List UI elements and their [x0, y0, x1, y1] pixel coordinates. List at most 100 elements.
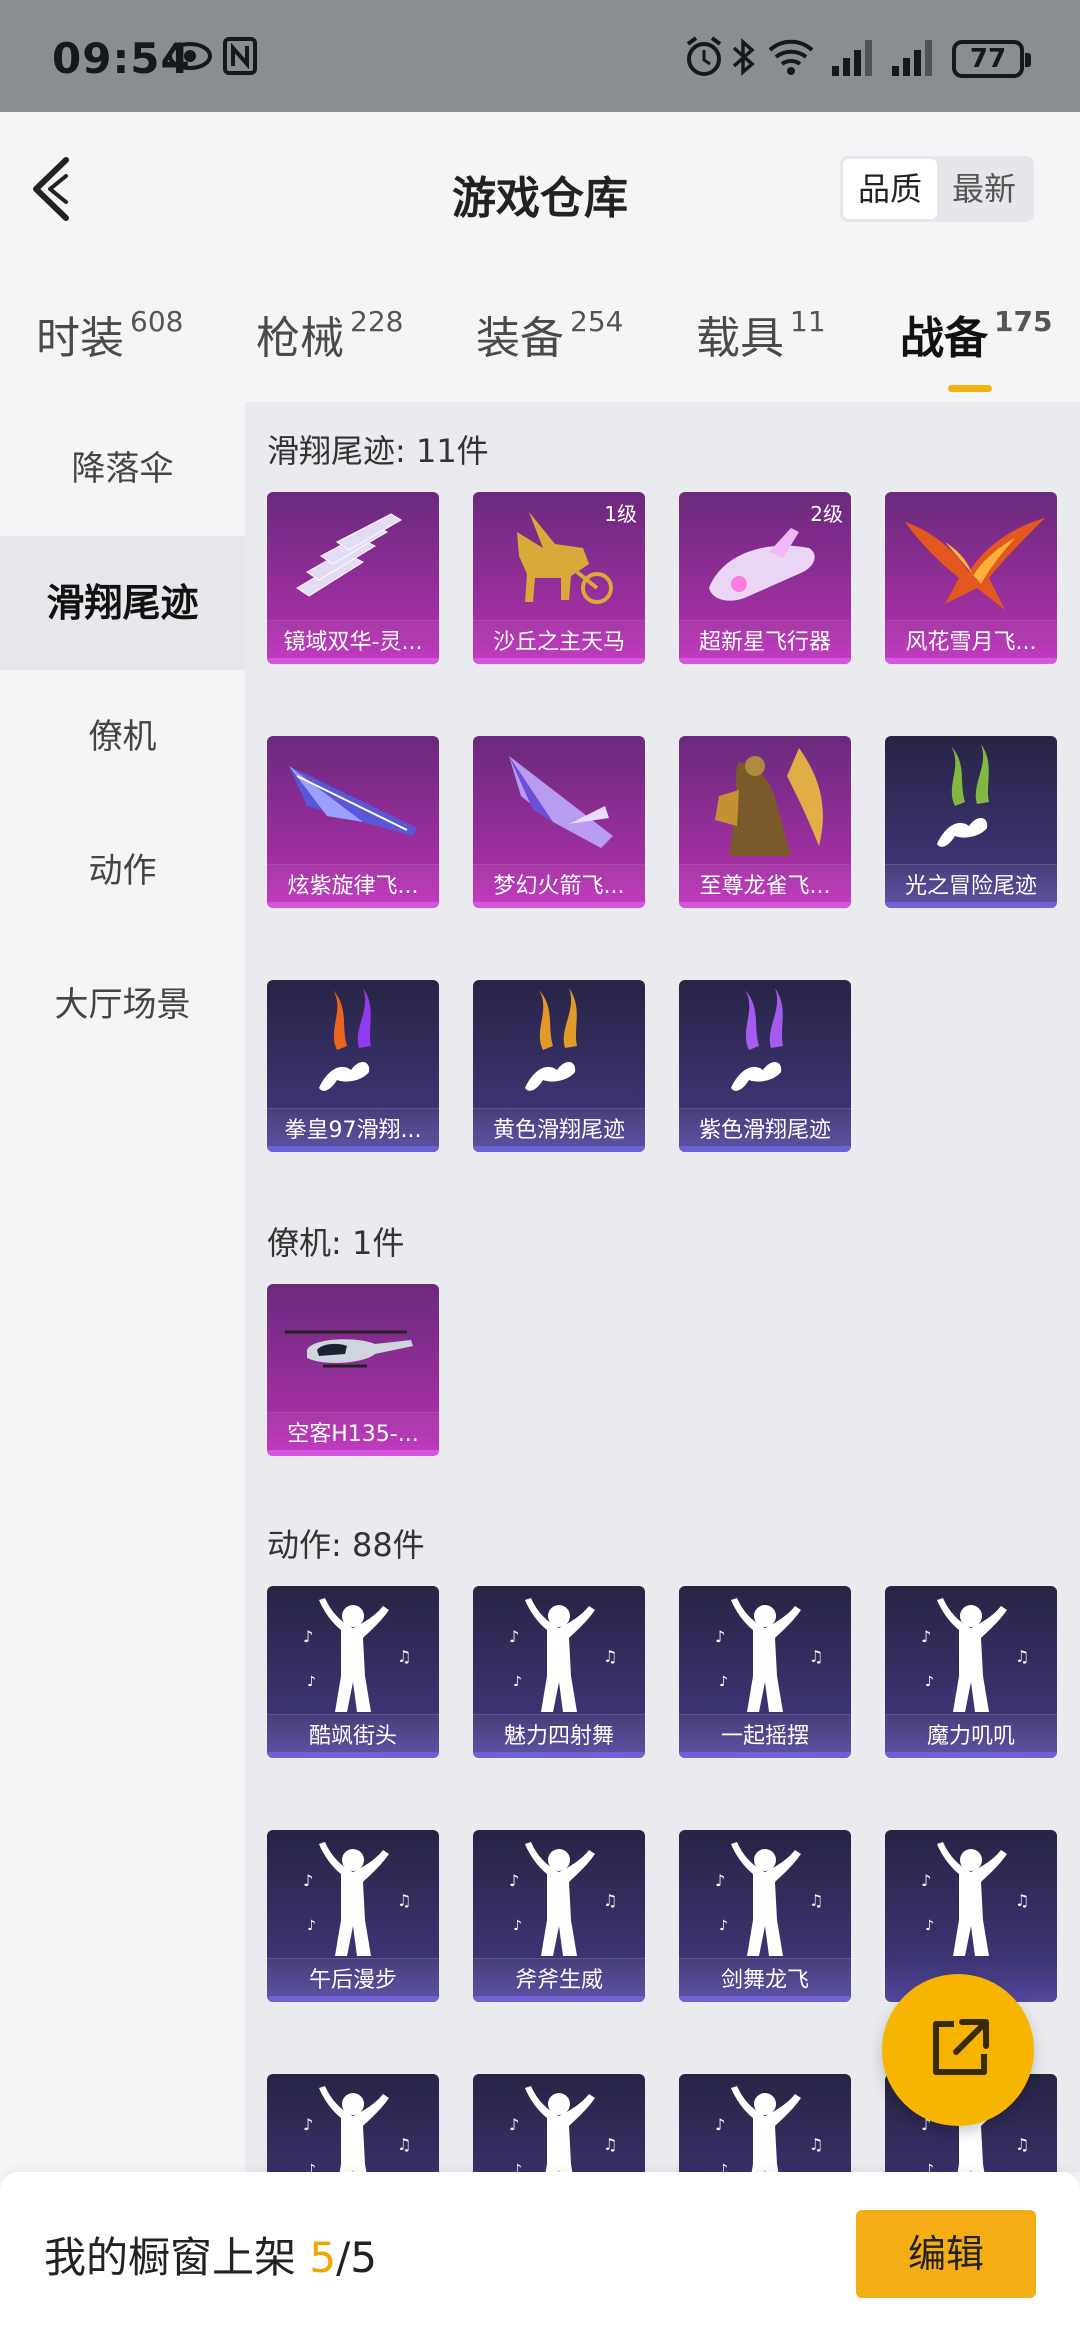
section-title-glide-trail: 滑翔尾迹: 11件	[267, 432, 489, 470]
green-smoke-trail-icon	[937, 744, 989, 847]
item-card[interactable]: ♪ ♫ ♪ 酷飒街头	[267, 1586, 439, 1758]
tab-count: 175	[994, 305, 1053, 339]
tab-battle-gear[interactable]: 战备 175	[900, 302, 1053, 392]
tab-fashion[interactable]: 时装 608	[36, 302, 183, 366]
item-name: 黄色滑翔尾迹	[473, 1108, 645, 1152]
sidebar: 降落伞 滑翔尾迹 僚机 动作 大厅场景	[0, 402, 245, 2172]
svg-text:♪: ♪	[509, 1627, 519, 1646]
svg-text:♪: ♪	[921, 1871, 931, 1890]
sort-toggle: 品质 最新	[840, 156, 1034, 222]
item-name: 光之冒险尾迹	[885, 864, 1057, 908]
item-card[interactable]: ♪ ♫ ♪ 剑舞龙飞	[679, 1830, 851, 2002]
item-card[interactable]: 拳皇97滑翔...	[267, 980, 439, 1152]
item-card[interactable]: ♪ ♫ ♪ 斧斧生威	[473, 1830, 645, 2002]
item-card[interactable]: ♪ ♫ ♪ 魔力叽叽	[885, 1586, 1057, 1758]
battery-indicator: 77	[952, 40, 1031, 78]
sidebar-item-glide-trail[interactable]: 滑翔尾迹	[0, 536, 245, 670]
glide-trail-grid: 镜域双华-灵... 1级 沙丘之主天马 2级超新星飞行器 风花雪月飞... 炫紫旋…	[267, 492, 1057, 1152]
item-content[interactable]: 滑翔尾迹: 11件 镜域双华-灵... 1级 沙丘之主天马 2级超新星飞行器 风花…	[245, 402, 1080, 2172]
wingman-grid: 空客H135-...	[267, 1284, 1057, 1456]
item-card[interactable]: 至尊龙雀飞...	[679, 736, 851, 908]
section-title-emote: 动作: 88件	[267, 1526, 425, 1564]
item-card[interactable]: 黄色滑翔尾迹	[473, 980, 645, 1152]
item-name: 炫紫旋律飞...	[267, 864, 439, 908]
sort-newest-button[interactable]: 最新	[937, 159, 1031, 219]
item-card[interactable]: ♪ ♫ ♪	[473, 2074, 645, 2172]
sidebar-item-parachute[interactable]: 降落伞	[0, 402, 245, 536]
tab-label: 战备	[900, 313, 988, 364]
tab-count: 11	[790, 305, 826, 339]
item-card[interactable]: ♪ ♫ ♪ 一起摇摆	[679, 1586, 851, 1758]
item-card[interactable]: ♪ ♫ ♪	[679, 2074, 851, 2172]
tab-label: 时装	[36, 313, 124, 364]
alarm-icon	[686, 36, 722, 76]
tab-count: 608	[130, 305, 184, 339]
item-card[interactable]: ♪ ♫ ♪ 魅力四射舞	[473, 1586, 645, 1758]
svg-text:♫: ♫	[1015, 1891, 1029, 1910]
sidebar-item-emote[interactable]: 动作	[0, 804, 245, 938]
dance-pose-icon: ♪ ♫ ♪	[715, 2086, 823, 2172]
sort-quality-button[interactable]: 品质	[843, 159, 937, 219]
item-name: 沙丘之主天马	[473, 620, 645, 664]
showcase-total: /5	[336, 2233, 377, 2282]
item-name: 空客H135-...	[267, 1412, 439, 1456]
item-card[interactable]: 1级 沙丘之主天马	[473, 492, 645, 664]
sidebar-item-wingman[interactable]: 僚机	[0, 670, 245, 804]
bluetooth-icon	[732, 38, 755, 76]
item-card[interactable]: 梦幻火箭飞...	[473, 736, 645, 908]
item-card[interactable]: 2级超新星飞行器	[679, 492, 851, 664]
eye-icon	[168, 42, 212, 70]
signal-2-icon	[892, 40, 932, 76]
svg-text:♪: ♪	[925, 1674, 934, 1690]
dance-pose-icon: ♪ ♫ ♪	[303, 1842, 411, 1956]
item-name: 超新星飞行器	[679, 620, 851, 664]
item-name: 紫色滑翔尾迹	[679, 1108, 851, 1152]
item-card[interactable]: ♪ ♫ ♪ 午后漫步	[267, 1830, 439, 2002]
phoenix-icon	[905, 518, 1045, 610]
showcase-bar: 我的橱窗上架 5/5 编辑	[0, 2172, 1080, 2331]
svg-text:♫: ♫	[397, 1647, 411, 1666]
svg-text:♪: ♪	[719, 1674, 728, 1690]
dragon-bird-icon	[715, 748, 823, 856]
edit-button[interactable]: 编辑	[856, 2210, 1036, 2298]
share-fab[interactable]	[882, 1974, 1034, 2126]
showcase-count: 5	[309, 2233, 337, 2282]
item-card[interactable]: 炫紫旋律飞...	[267, 736, 439, 908]
svg-text:♪: ♪	[719, 2162, 728, 2172]
item-name: 至尊龙雀飞...	[679, 864, 851, 908]
tab-count: 254	[570, 305, 624, 339]
item-card[interactable]: 紫色滑翔尾迹	[679, 980, 851, 1152]
item-name: 剑舞龙飞	[679, 1958, 851, 2002]
item-name: 风花雪月飞...	[885, 620, 1057, 664]
purple-smoke-trail-icon	[731, 988, 783, 1091]
svg-text:♫: ♫	[809, 1891, 823, 1910]
item-level-badge: 2级	[810, 502, 843, 526]
tab-equipment[interactable]: 装备 254	[476, 302, 623, 366]
dance-pose-icon: ♪ ♫ ♪	[509, 2086, 617, 2172]
svg-text:♪: ♪	[513, 2162, 522, 2172]
svg-text:♫: ♫	[1015, 2135, 1029, 2154]
dance-pose-icon: ♪ ♫ ♪	[715, 1598, 823, 1712]
svg-text:♫: ♫	[397, 1891, 411, 1910]
svg-text:♪: ♪	[307, 1674, 316, 1690]
item-card[interactable]: 镜域双华-灵...	[267, 492, 439, 664]
fire-smoke-trail-icon	[319, 988, 371, 1091]
tab-vehicles[interactable]: 载具 11	[696, 302, 826, 366]
dance-pose-icon: ♪ ♫ ♪	[921, 1842, 1029, 1956]
item-name: 镜域双华-灵...	[267, 620, 439, 664]
showcase-status: 我的橱窗上架 5/5	[44, 2224, 377, 2285]
tab-guns[interactable]: 枪械 228	[256, 302, 403, 366]
svg-text:♪: ♪	[513, 1674, 522, 1690]
dance-pose-icon: ♪ ♫ ♪	[509, 1842, 617, 1956]
svg-text:♪: ♪	[513, 1918, 522, 1934]
item-card[interactable]: 空客H135-...	[267, 1284, 439, 1456]
item-card[interactable]: 风花雪月飞...	[885, 492, 1057, 664]
item-card[interactable]: 光之冒险尾迹	[885, 736, 1057, 908]
item-name: 酷飒街头	[267, 1714, 439, 1758]
item-card[interactable]: ♪ ♫ ♪	[267, 2074, 439, 2172]
svg-text:♪: ♪	[925, 1918, 934, 1934]
svg-text:♫: ♫	[397, 2135, 411, 2154]
svg-text:♫: ♫	[1015, 1647, 1029, 1666]
svg-text:♪: ♪	[303, 2115, 313, 2134]
sidebar-item-lobby-scene[interactable]: 大厅场景	[0, 938, 245, 1072]
